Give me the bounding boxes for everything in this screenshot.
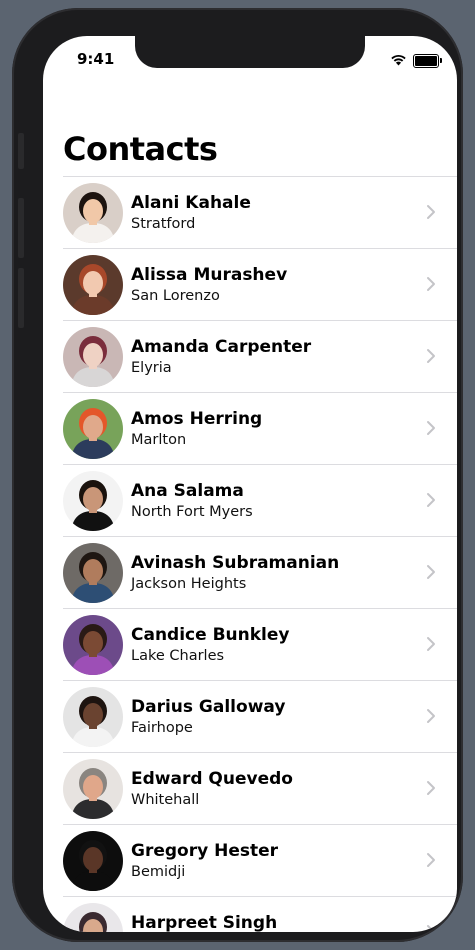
avatar xyxy=(63,903,123,932)
status-icons xyxy=(390,51,442,70)
avatar xyxy=(63,183,123,243)
avatar xyxy=(63,255,123,315)
contact-row[interactable]: Ana Salama North Fort Myers xyxy=(63,464,457,536)
contact-city: Fairhope xyxy=(131,720,193,736)
contact-name: Ana Salama xyxy=(131,481,244,501)
avatar xyxy=(63,327,123,387)
avatar xyxy=(63,687,123,747)
contact-city: Whitehall xyxy=(131,792,200,808)
avatar xyxy=(63,399,123,459)
chevron-right-icon xyxy=(423,924,439,932)
contact-name: Avinash Subramanian xyxy=(131,553,340,573)
contact-name: Gregory Hester xyxy=(131,841,279,861)
contact-row[interactable]: Darius Galloway Fairhope xyxy=(63,680,457,752)
contact-city: Bemidji xyxy=(131,864,186,880)
chevron-right-icon xyxy=(423,492,439,508)
chevron-right-icon xyxy=(423,420,439,436)
chevron-right-icon xyxy=(423,708,439,724)
contact-name: Darius Galloway xyxy=(131,697,286,717)
contact-row[interactable]: Amanda Carpenter Elyria xyxy=(63,320,457,392)
chevron-right-icon xyxy=(423,276,439,292)
contact-row[interactable]: Avinash Subramanian Jackson Heights xyxy=(63,536,457,608)
avatar xyxy=(63,543,123,603)
wifi-icon xyxy=(390,51,407,70)
avatar xyxy=(63,471,123,531)
contact-row[interactable]: Amos Herring Marlton xyxy=(63,392,457,464)
status-time: 9:41 xyxy=(77,50,115,68)
contact-name: Candice Bunkley xyxy=(131,625,290,645)
chevron-right-icon xyxy=(423,780,439,796)
chevron-right-icon xyxy=(423,852,439,868)
volume-up-button xyxy=(18,198,24,258)
contact-row[interactable]: Candice Bunkley Lake Charles xyxy=(63,608,457,680)
contact-city: Stratford xyxy=(131,216,196,232)
contact-name: Alissa Murashev xyxy=(131,265,288,285)
phone-frame: 9:41 Contacts Alani Kahale Stratford Aliss… xyxy=(12,8,463,942)
contact-row[interactable]: Harpreet Singh xyxy=(63,896,457,932)
chevron-right-icon xyxy=(423,564,439,580)
contact-name: Edward Quevedo xyxy=(131,769,293,789)
contact-city: San Lorenzo xyxy=(131,288,220,304)
contact-row[interactable]: Gregory Hester Bemidji xyxy=(63,824,457,896)
avatar xyxy=(63,831,123,891)
avatar xyxy=(63,615,123,675)
volume-down-button xyxy=(18,268,24,328)
screen: 9:41 Contacts Alani Kahale Stratford Aliss… xyxy=(43,36,457,932)
contact-name: Alani Kahale xyxy=(131,193,251,213)
contact-name: Harpreet Singh xyxy=(131,913,278,932)
contact-city: Lake Charles xyxy=(131,648,225,664)
contact-row[interactable]: Alani Kahale Stratford xyxy=(63,176,457,248)
chevron-right-icon xyxy=(423,348,439,364)
avatar xyxy=(63,759,123,819)
contact-row[interactable]: Alissa Murashev San Lorenzo xyxy=(63,248,457,320)
contact-city: Elyria xyxy=(131,360,172,376)
contact-name: Amos Herring xyxy=(131,409,263,429)
silent-switch xyxy=(18,133,24,169)
contact-name: Amanda Carpenter xyxy=(131,337,312,357)
page-title: Contacts xyxy=(63,130,218,168)
contact-row[interactable]: Edward Quevedo Whitehall xyxy=(63,752,457,824)
contact-city: North Fort Myers xyxy=(131,504,253,520)
contact-city: Marlton xyxy=(131,432,187,448)
contact-city: Jackson Heights xyxy=(131,576,247,592)
contact-list: Alani Kahale Stratford Alissa Murashev San … xyxy=(63,176,457,932)
notch xyxy=(135,36,365,68)
chevron-right-icon xyxy=(423,636,439,652)
chevron-right-icon xyxy=(423,204,439,220)
battery-icon xyxy=(413,53,442,68)
